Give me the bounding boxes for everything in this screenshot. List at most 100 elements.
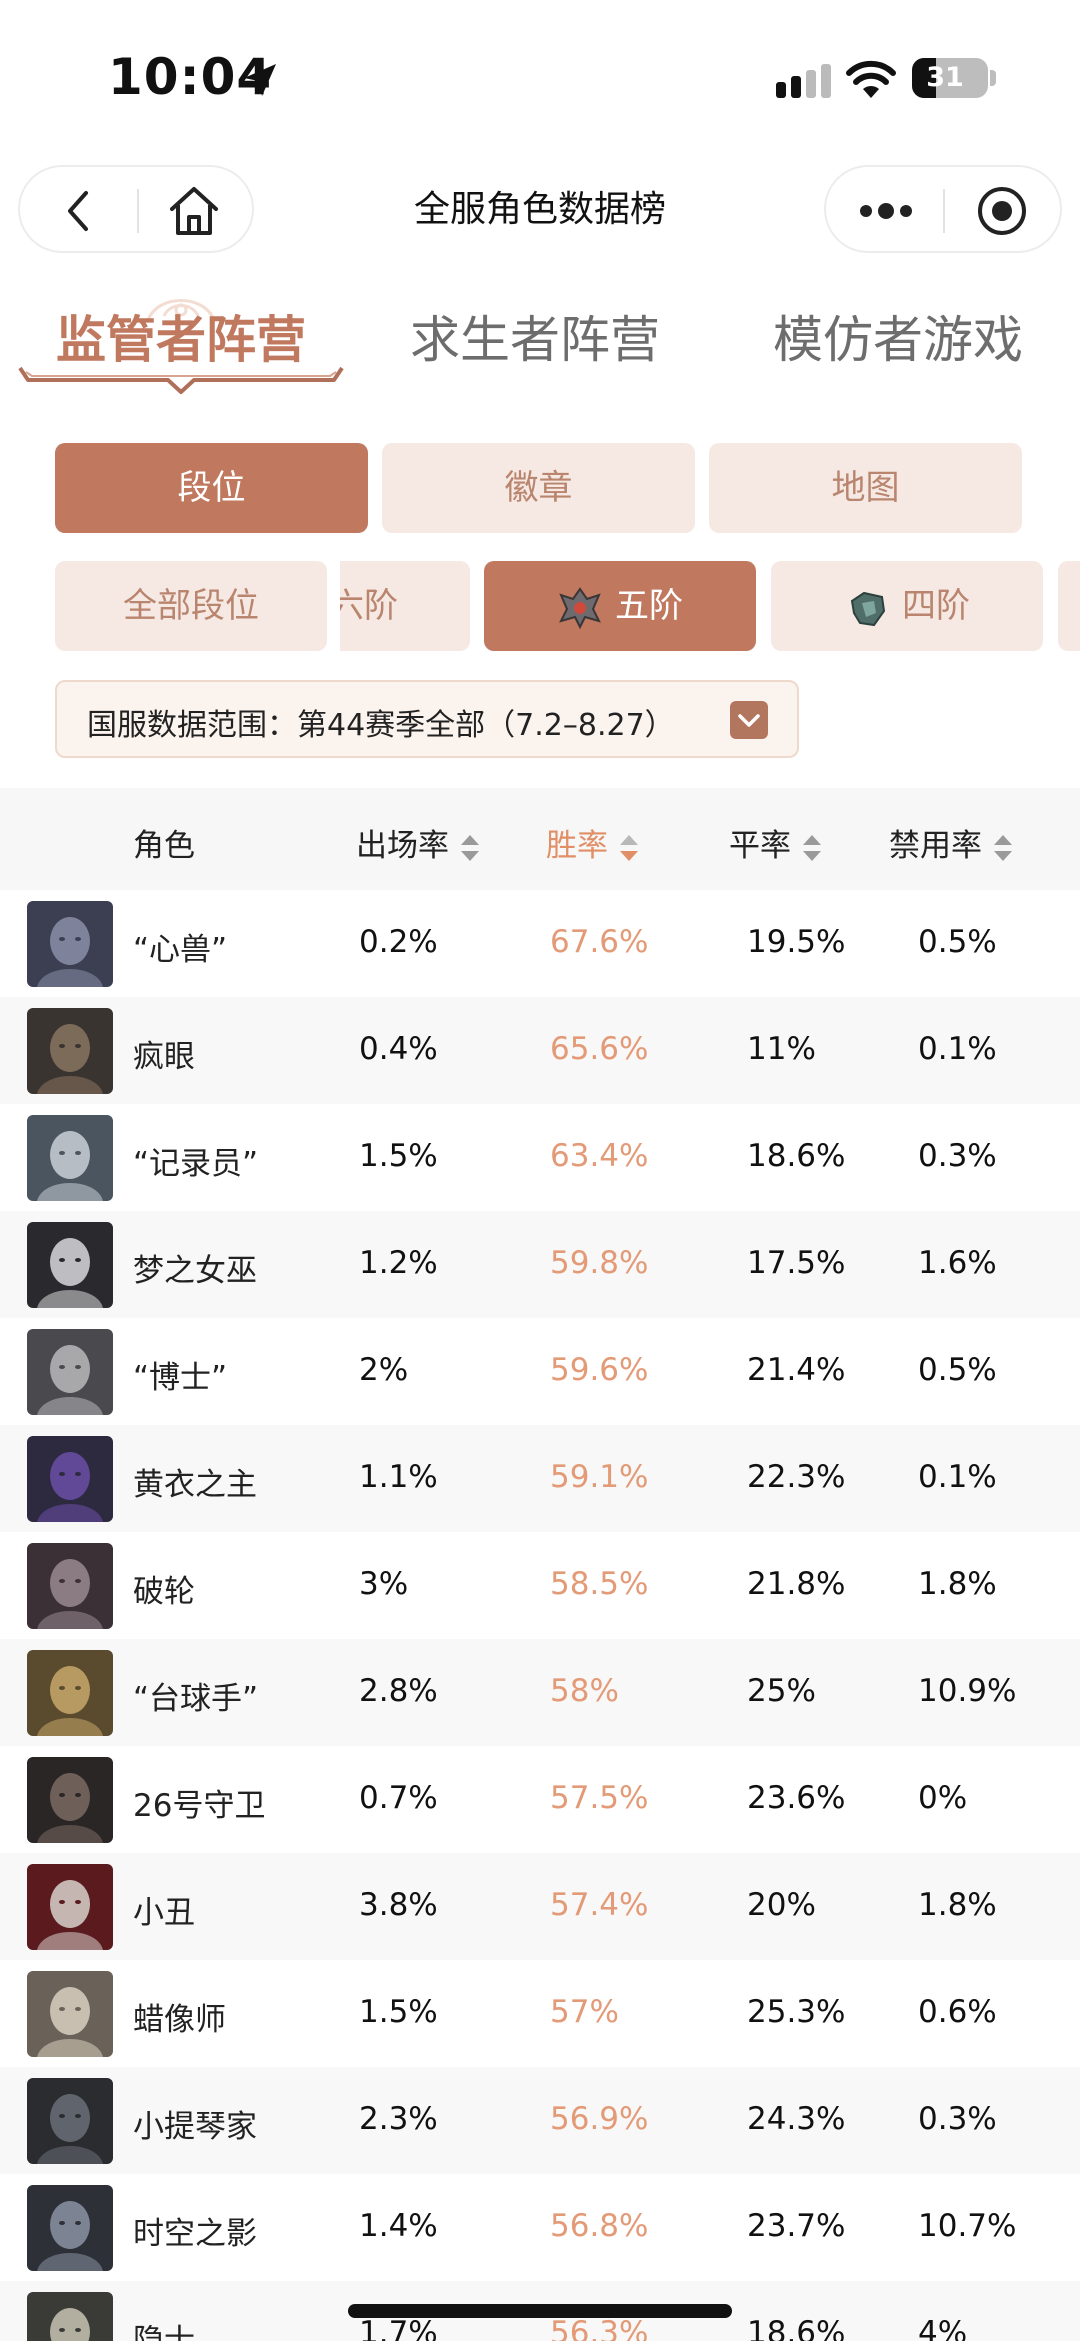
win-rate-value: 57.4% [550, 1887, 649, 1923]
table-row[interactable]: 小丑 3.8% 57.4% 20% 1.8% [0, 1853, 1080, 1960]
tier-tab-all[interactable]: 全部段位 [55, 561, 327, 651]
character-name: 黄衣之主 [133, 1467, 257, 1503]
draw-rate-value: 21.4% [747, 1352, 846, 1388]
tab-map[interactable]: 地图 [709, 443, 1022, 533]
header-ban-rate[interactable]: 禁用率 [889, 820, 1016, 865]
status-bar: 10:04 31 [0, 0, 1080, 150]
nav-divider [943, 189, 945, 233]
table-row[interactable]: 疯眼 0.4% 65.6% 11% 0.1% [0, 997, 1080, 1104]
character-avatar [27, 1436, 113, 1522]
battery-tip [990, 70, 996, 86]
nav-right-capsule [824, 165, 1062, 253]
home-indicator[interactable] [348, 2304, 732, 2318]
wifi-icon [846, 60, 896, 98]
character-avatar [27, 2078, 113, 2164]
draw-rate-value: 20% [747, 1887, 816, 1923]
win-rate-value: 58% [550, 1673, 619, 1709]
ban-rate-value: 1.6% [918, 1245, 997, 1281]
draw-rate-value: 23.6% [747, 1780, 846, 1816]
battery-icon: 31 [912, 58, 988, 98]
table-row[interactable]: “博士” 2% 59.6% 21.4% 0.5% [0, 1318, 1080, 1425]
tab-imitator-game[interactable]: 模仿者游戏 [773, 300, 1023, 372]
win-rate-value: 57% [550, 1994, 619, 2030]
character-avatar [27, 2292, 113, 2341]
table-row[interactable]: “台球手” 2.8% 58% 25% 10.9% [0, 1639, 1080, 1746]
win-rate-value: 59.6% [550, 1352, 649, 1388]
win-rate-value: 56.9% [550, 2101, 649, 2137]
tier-tab-label: 四阶 [902, 586, 970, 626]
draw-rate-value: 22.3% [747, 1459, 846, 1495]
sort-icon[interactable] [799, 831, 825, 865]
ban-rate-value: 0.1% [918, 1459, 997, 1495]
draw-rate-value: 25% [747, 1673, 816, 1709]
character-avatar [27, 901, 113, 987]
header-ban-rate-label: 禁用率 [889, 828, 982, 864]
character-name: “记录员” [133, 1146, 259, 1182]
table-row[interactable]: 梦之女巫 1.2% 59.8% 17.5% 1.6% [0, 1211, 1080, 1318]
win-rate-value: 63.4% [550, 1138, 649, 1174]
draw-rate-value: 11% [747, 1031, 816, 1067]
pick-rate-value: 0.7% [359, 1780, 438, 1816]
pick-rate-value: 3.8% [359, 1887, 438, 1923]
pick-rate-value: 1.7% [359, 2315, 438, 2341]
table-row[interactable]: “心兽” 0.2% 67.6% 19.5% 0.5% [0, 890, 1080, 997]
ban-rate-value: 1.8% [918, 1887, 997, 1923]
win-rate-value: 56.8% [550, 2208, 649, 2244]
character-avatar [27, 1864, 113, 1950]
header-win-rate[interactable]: 胜率 [546, 820, 642, 865]
data-range-selector[interactable]: 国服数据范围：第44赛季全部（7.2–8.27） [55, 680, 799, 758]
sort-icon[interactable] [990, 831, 1016, 865]
table-row[interactable]: 小提琴家 2.3% 56.9% 24.3% 0.3% [0, 2067, 1080, 2174]
header-win-rate-label: 胜率 [546, 828, 608, 864]
tab-rank[interactable]: 段位 [55, 443, 368, 533]
pick-rate-value: 1.1% [359, 1459, 438, 1495]
pick-rate-value: 1.4% [359, 2208, 438, 2244]
tier-tab-six[interactable]: 六阶 [340, 561, 470, 651]
sort-icon[interactable] [457, 831, 483, 865]
draw-rate-value: 17.5% [747, 1245, 846, 1281]
tab-survivor-camp[interactable]: 求生者阵营 [410, 300, 660, 372]
battery-percent: 31 [926, 62, 964, 93]
tier-tab-four[interactable]: 四阶 [771, 561, 1043, 651]
character-avatar [27, 1329, 113, 1415]
pick-rate-value: 0.4% [359, 1031, 438, 1067]
tab-hunter-camp[interactable]: 监管者阵营 [56, 300, 306, 372]
tier-4-emblem-icon [850, 591, 886, 626]
character-name: 隐士 [133, 2323, 195, 2341]
header-draw-rate-label: 平率 [729, 828, 791, 864]
character-name: 破轮 [133, 1574, 195, 1610]
header-role: 角色 [133, 828, 195, 864]
character-name: “心兽” [133, 932, 228, 968]
ban-rate-value: 0.6% [918, 1994, 997, 2030]
character-name: 26号守卫 [133, 1788, 266, 1824]
ban-rate-value: 0% [918, 1780, 968, 1816]
more-dots-icon[interactable] [856, 199, 916, 223]
header-draw-rate[interactable]: 平率 [729, 820, 825, 865]
tier-tab-five[interactable]: 五阶 [484, 561, 756, 651]
sort-desc-active-icon[interactable] [616, 831, 642, 865]
pick-rate-value: 1.2% [359, 1245, 438, 1281]
tier-tab-partial[interactable] [1058, 561, 1080, 651]
header-pick-rate[interactable]: 出场率 [356, 820, 483, 865]
pick-rate-value: 1.5% [359, 1994, 438, 2030]
draw-rate-value: 19.5% [747, 924, 846, 960]
table-row[interactable]: 26号守卫 0.7% 57.5% 23.6% 0% [0, 1746, 1080, 1853]
pick-rate-value: 0.2% [359, 924, 438, 960]
pick-rate-value: 2.3% [359, 2101, 438, 2137]
table-row[interactable]: “记录员” 1.5% 63.4% 18.6% 0.3% [0, 1104, 1080, 1211]
win-rate-value: 65.6% [550, 1031, 649, 1067]
tab-badge[interactable]: 徽章 [382, 443, 695, 533]
close-target-icon[interactable] [976, 185, 1028, 237]
dropdown-button[interactable] [730, 701, 768, 739]
tier-tabs-scroller[interactable]: 全部段位 六阶 五阶 四阶 [55, 561, 1080, 651]
table-row[interactable]: 黄衣之主 1.1% 59.1% 22.3% 0.1% [0, 1425, 1080, 1532]
ban-rate-value: 0.5% [918, 924, 997, 960]
table-row[interactable]: 蜡像师 1.5% 57% 25.3% 0.6% [0, 1960, 1080, 2067]
table-row[interactable]: 破轮 3% 58.5% 21.8% 1.8% [0, 1532, 1080, 1639]
character-name: 蜡像师 [133, 2002, 226, 2038]
ban-rate-value: 1.8% [918, 1566, 997, 1602]
table-row[interactable]: 时空之影 1.4% 56.8% 23.7% 10.7% [0, 2174, 1080, 2281]
character-avatar [27, 1008, 113, 1094]
tier-tab-label: 全部段位 [123, 586, 259, 626]
character-avatar [27, 1757, 113, 1843]
